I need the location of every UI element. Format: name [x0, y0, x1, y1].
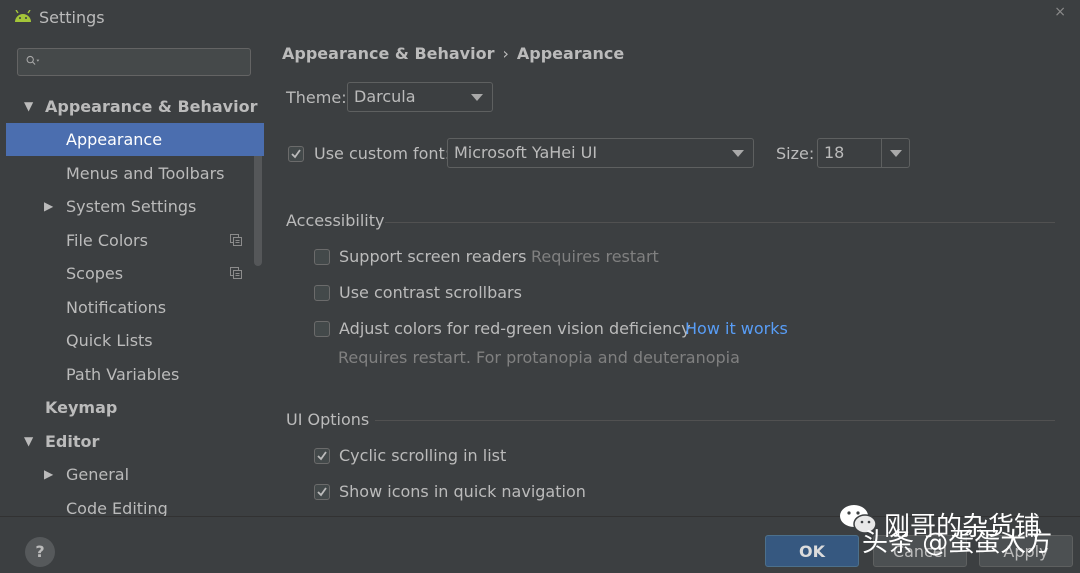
settings-content: Appearance & Behavior › Appearance Theme: … [264, 36, 1080, 516]
collapsed-triangle-icon[interactable]: ▶ [44, 190, 53, 223]
tree-item-scopes[interactable]: Scopes [6, 257, 264, 290]
tree-item-path-variables[interactable]: Path Variables [6, 358, 264, 391]
expanded-triangle-icon[interactable]: ▼ [24, 90, 33, 123]
show-icons-label: Show icons in quick navigation [339, 482, 586, 501]
font-size-combo[interactable]: 18 [817, 138, 910, 168]
screen-readers-checkbox[interactable] [314, 249, 330, 265]
help-button[interactable]: ? [25, 537, 55, 567]
chevron-down-icon [471, 94, 483, 101]
search-input[interactable] [17, 48, 251, 76]
theme-value: Darcula [354, 87, 416, 106]
search-icon [26, 55, 40, 65]
theme-label: Theme: [286, 88, 347, 107]
window-title: Settings [39, 8, 105, 27]
tree-item-notifications[interactable]: Notifications [6, 291, 264, 324]
settings-sidebar: ▼ Appearance & Behavior Appearance Menus… [6, 36, 264, 516]
font-value: Microsoft YaHei UI [454, 143, 598, 162]
tree-item-appearance-behavior[interactable]: ▼ Appearance & Behavior [6, 90, 264, 123]
contrast-scrollbars-checkbox[interactable] [314, 285, 330, 301]
section-divider [375, 420, 1055, 421]
combo-divider [881, 139, 882, 167]
breadcrumb-current: Appearance [516, 44, 625, 63]
size-label: Size: [776, 144, 815, 163]
checkmark-icon [317, 451, 327, 461]
show-icons-checkbox[interactable] [314, 484, 330, 500]
breadcrumb: Appearance & Behavior › Appearance [282, 44, 624, 63]
ok-button[interactable]: OK [765, 535, 859, 567]
chevron-down-icon [732, 150, 744, 157]
checkmark-icon [317, 487, 327, 497]
ui-options-section-title: UI Options [286, 410, 370, 429]
section-divider [385, 222, 1055, 223]
cyclic-scrolling-label: Cyclic scrolling in list [339, 446, 507, 465]
screen-readers-hint: Requires restart [531, 247, 659, 266]
theme-dropdown[interactable]: Darcula [347, 82, 493, 112]
custom-font-label: Use custom font: [314, 144, 451, 163]
custom-font-checkbox[interactable] [288, 146, 304, 162]
how-it-works-link[interactable]: How it works [685, 319, 788, 338]
breadcrumb-parent[interactable]: Appearance & Behavior [282, 44, 494, 63]
font-size-value: 18 [824, 143, 845, 162]
tree-item-appearance[interactable]: Appearance [6, 123, 264, 156]
android-icon [15, 10, 31, 22]
contrast-scrollbars-label: Use contrast scrollbars [339, 283, 522, 302]
tree-item-file-colors[interactable]: File Colors [6, 224, 264, 257]
tree-item-code-editing[interactable]: Code Editing [6, 492, 264, 516]
close-icon[interactable]: × [1054, 4, 1066, 20]
tree-item-editor[interactable]: ▼ Editor [6, 425, 264, 458]
tree-item-system-settings[interactable]: ▶ System Settings [6, 190, 264, 223]
screen-readers-label: Support screen readers [339, 247, 527, 266]
project-scope-icon [230, 234, 242, 246]
tree-item-quick-lists[interactable]: Quick Lists [6, 324, 264, 357]
accessibility-section-title: Accessibility [286, 211, 385, 230]
color-deficiency-label: Adjust colors for red-green vision defic… [339, 319, 691, 338]
checkmark-icon [291, 149, 301, 159]
chevron-down-icon[interactable] [890, 150, 902, 157]
tree-item-keymap[interactable]: Keymap [6, 391, 264, 424]
project-scope-icon [230, 267, 242, 279]
expanded-triangle-icon[interactable]: ▼ [24, 425, 33, 458]
collapsed-triangle-icon[interactable]: ▶ [44, 458, 53, 491]
color-deficiency-hint: Requires restart. For protanopia and deu… [338, 348, 740, 367]
color-deficiency-checkbox[interactable] [314, 321, 330, 337]
breadcrumb-separator: › [502, 44, 509, 63]
cyclic-scrolling-checkbox[interactable] [314, 448, 330, 464]
font-dropdown[interactable]: Microsoft YaHei UI [447, 138, 754, 168]
watermark-line-2: 头条 @蛋蛋大方 [862, 528, 1053, 558]
title-bar: Settings × [0, 0, 1080, 36]
tree-item-menus-toolbars[interactable]: Menus and Toolbars [6, 157, 264, 190]
tree-item-general[interactable]: ▶ General [6, 458, 264, 491]
